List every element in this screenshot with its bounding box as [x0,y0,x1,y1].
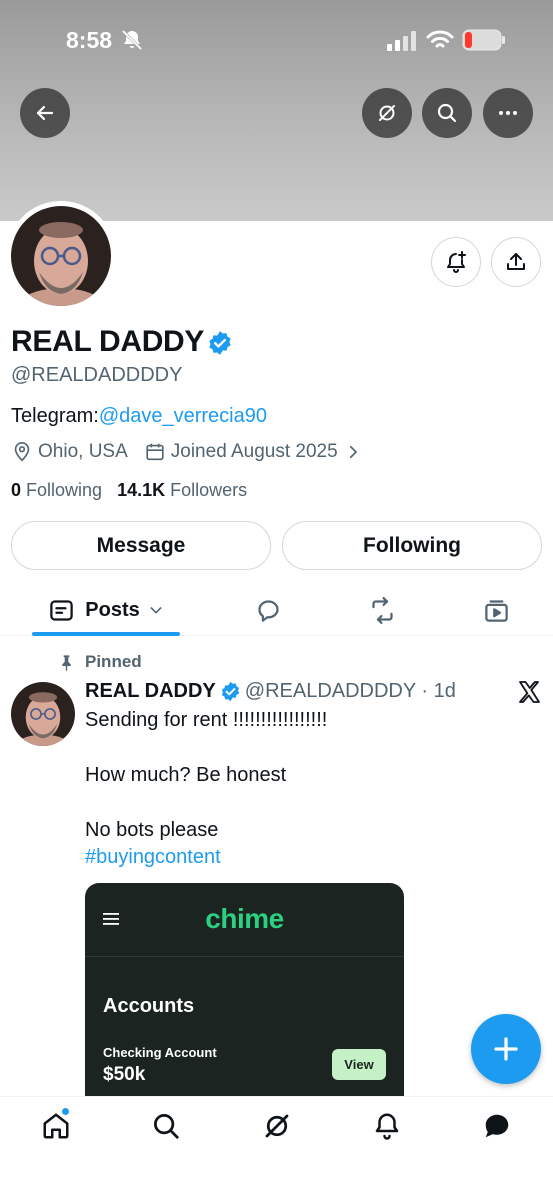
signal-icon [387,31,416,51]
following-label: Following [26,480,103,500]
location-pin-icon [14,442,30,462]
compose-button[interactable] [471,1014,541,1084]
bell-muted-icon [121,29,143,51]
share-button[interactable] [491,237,541,287]
chime-checking-label: Checking Account [103,1045,217,1060]
following-button[interactable]: Following [282,521,542,570]
followers-count: 14.1K [117,480,166,500]
share-icon [507,253,525,270]
following-count: 0 [11,480,22,500]
bio-link[interactable]: @dave_verrecia90 [99,405,267,427]
post-text-line: No bots please [85,819,219,841]
chevron-right-icon[interactable] [344,443,362,461]
message-button[interactable]: Message [11,521,271,570]
divider [85,956,404,957]
search-button[interactable] [422,88,472,138]
media-icon [484,599,508,622]
followers-link[interactable]: 14.1K Followers [117,480,247,500]
avatar-photo [11,206,111,306]
tab-posts-label: Posts [85,598,140,621]
wifi-icon [426,30,454,48]
chime-logo: chime [205,903,284,934]
tab-media[interactable] [476,584,516,636]
chime-view-button: View [332,1049,386,1080]
post-hashtag[interactable]: #buyingcontent [85,846,221,869]
chevron-down-icon [150,607,162,614]
status-time: 8:58 [66,27,113,53]
posts-icon [50,599,74,621]
repost-icon [371,596,393,624]
post-image[interactable]: chime Accounts Checking Account $50k Vie… [85,883,404,1113]
followers-label: Followers [170,480,248,500]
post-author-avatar[interactable] [11,682,75,746]
tab-posts[interactable]: Posts [32,584,180,636]
follow-counts: 0 Following 14.1K Followers [11,480,247,501]
battery-icon [462,29,505,51]
bottom-nav [0,1096,553,1200]
pinned-label: Pinned [85,652,142,671]
profile-handle: @REALDADDDDY [11,364,183,386]
profile-bio: Telegram:@dave_verrecia90 [11,405,267,428]
verified-badge-icon [221,681,239,702]
grok-button[interactable] [362,88,412,138]
post-author-handle: @REALDADDDDY · 1d [244,680,456,702]
display-name: REAL DADDY [11,325,205,358]
notify-button[interactable] [431,237,481,287]
post-author-name[interactable]: REAL DADDY [85,680,216,703]
post-text-line: How much? Be honest [85,764,287,786]
x-logo-icon[interactable] [517,680,541,704]
tab-replies[interactable] [248,584,288,636]
bell-icon [375,1113,399,1140]
pinned-indicator: Pinned [58,652,142,672]
profile-tabs: Posts [0,584,553,636]
nav-messages[interactable] [482,1111,512,1141]
nav-home[interactable] [41,1107,71,1141]
profile-avatar[interactable] [6,201,116,311]
following-link[interactable]: 0 Following [11,480,102,500]
chime-balance: $50k [103,1064,146,1085]
more-icon [499,111,517,115]
tab-reposts[interactable] [362,584,402,636]
more-button[interactable] [483,88,533,138]
chime-accounts-title: Accounts [103,995,195,1017]
bell-plus-icon [447,251,466,273]
tab-active-indicator [32,632,180,636]
bio-text: Telegram: [11,405,99,427]
chat-bubble-icon [485,1114,509,1138]
grok-icon [379,105,395,121]
joined-text[interactable]: Joined August 2025 [171,441,338,463]
plus-icon [494,1037,518,1061]
nav-grok[interactable] [262,1111,292,1141]
calendar-icon [146,443,164,461]
post-text-line: Sending for rent !!!!!!!!!!!!!!!!! [85,709,328,731]
location-text: Ohio, USA [38,441,128,462]
arrow-left-icon [36,105,54,121]
avatar-photo [11,682,75,746]
notification-dot [61,1107,70,1116]
pin-icon [62,654,71,671]
back-button[interactable] [20,88,70,138]
search-icon [437,103,457,123]
grok-icon [265,1114,289,1138]
verified-badge-icon[interactable] [207,330,233,356]
post-header: REAL DADDY @REALDADDDDY · 1d [85,680,456,703]
search-icon [154,1114,179,1139]
profile-meta: Ohio, USA Joined August 2025 [11,441,367,463]
reply-icon [257,599,279,622]
nav-notifications[interactable] [372,1111,402,1141]
nav-search[interactable] [151,1111,181,1141]
